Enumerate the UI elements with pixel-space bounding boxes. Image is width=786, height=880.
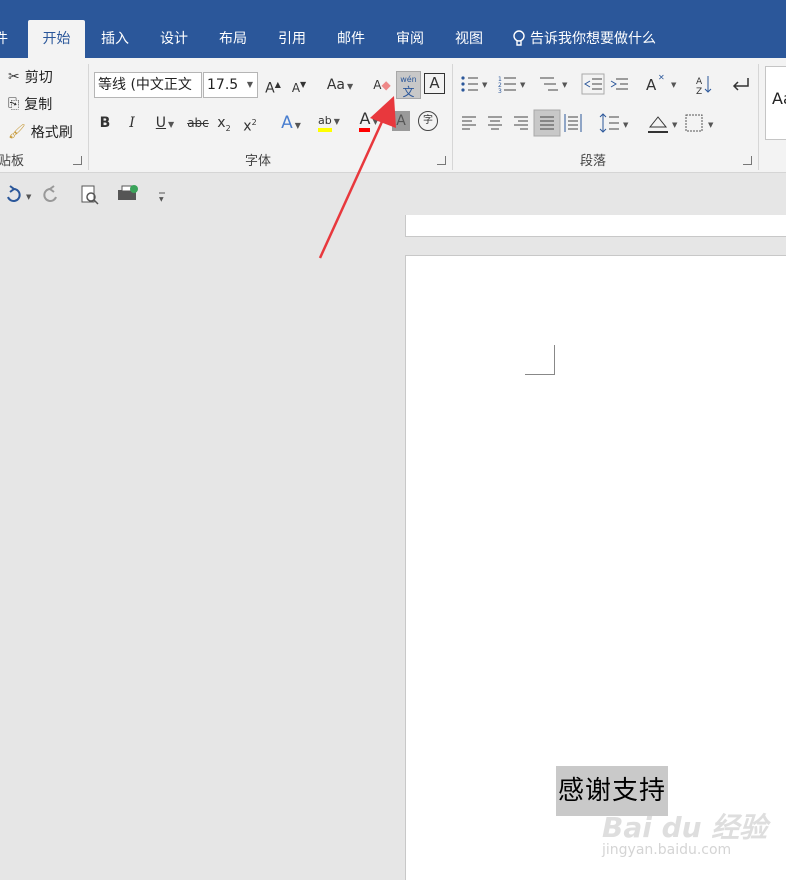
- annotation-arrow: [318, 96, 396, 259]
- arrow-head: [370, 96, 396, 128]
- arrow-shaft: [318, 114, 387, 259]
